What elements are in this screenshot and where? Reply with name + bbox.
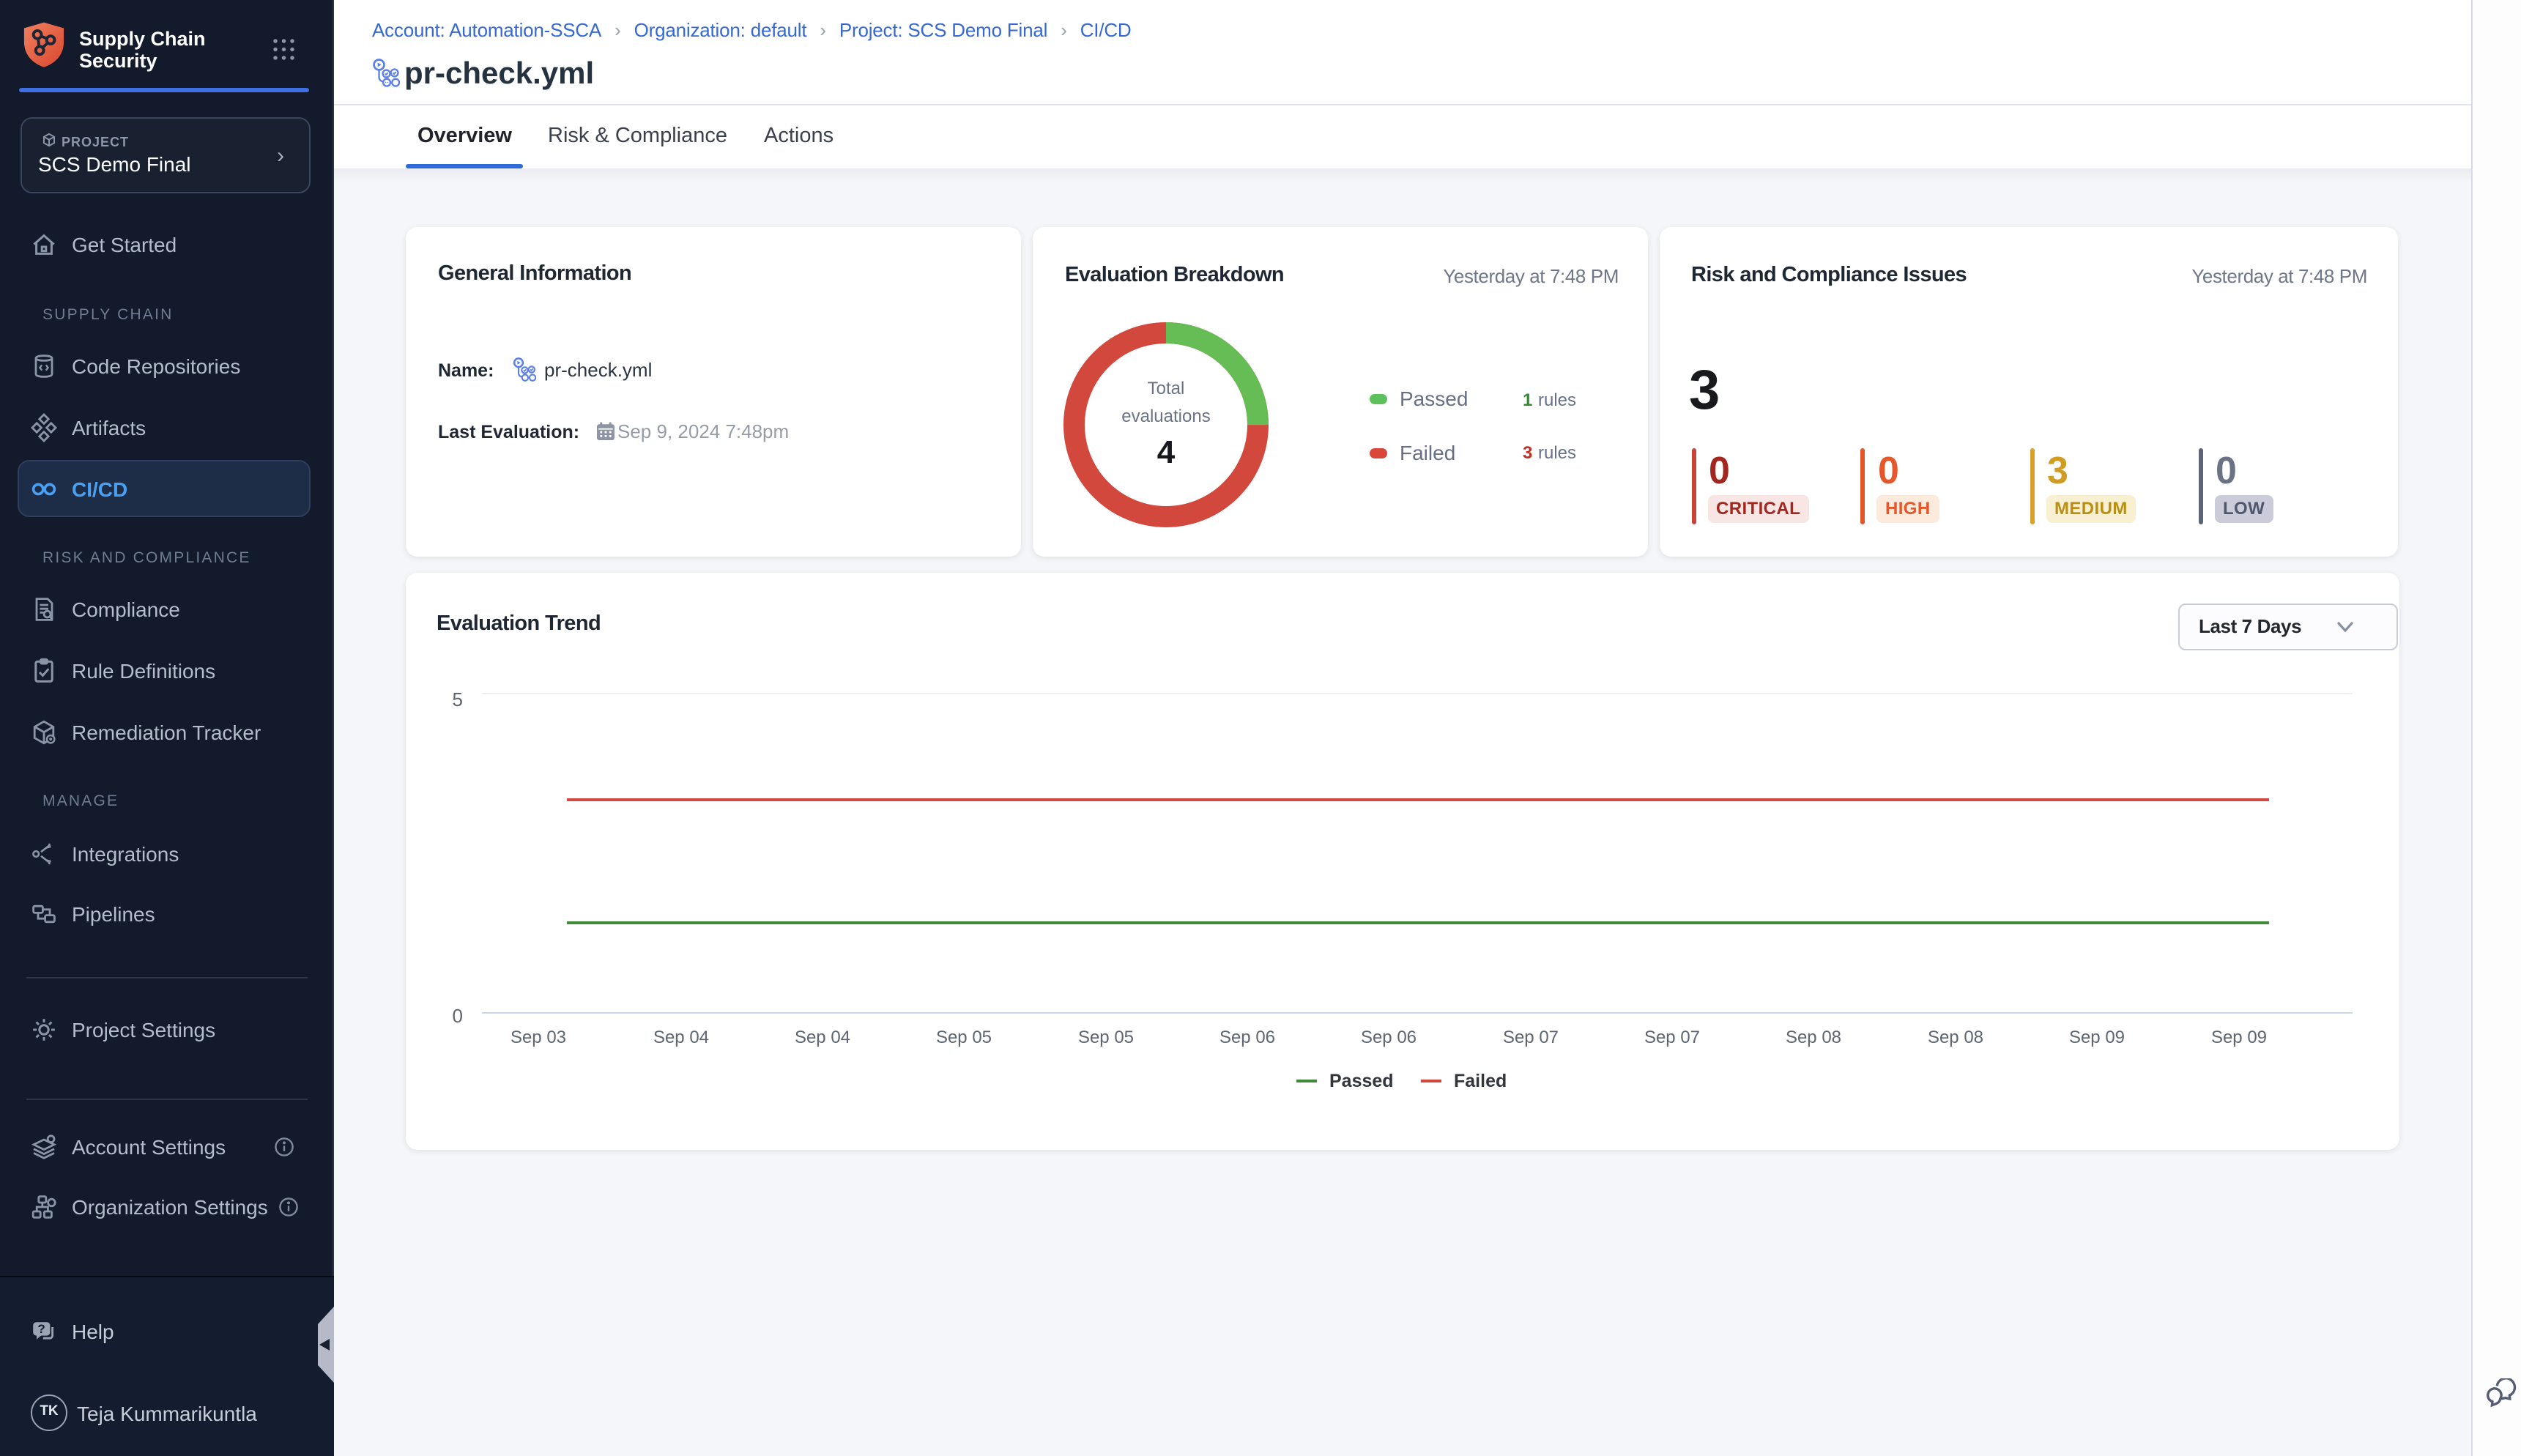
svg-text:?: ? (37, 1321, 45, 1335)
